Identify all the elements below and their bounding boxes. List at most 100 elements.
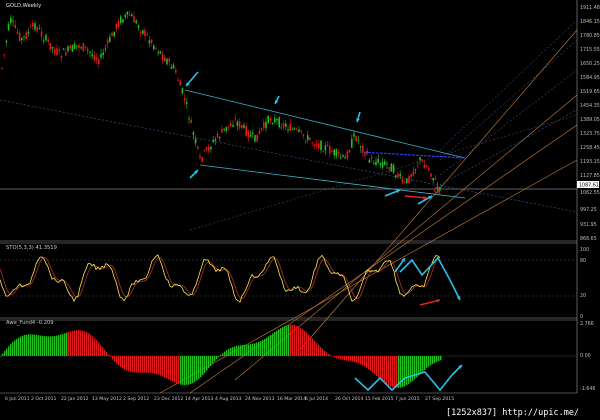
candle-body (236, 121, 239, 127)
ao-bar (148, 356, 150, 373)
ao-bar (104, 349, 106, 356)
ao-bar (350, 356, 352, 362)
ao-bar (236, 345, 238, 356)
ao-bar (146, 356, 148, 373)
ao-bar (302, 329, 304, 356)
ao-bar (4, 350, 6, 356)
candle-body (170, 66, 173, 69)
candle-body (157, 52, 159, 54)
ao-bar (342, 356, 344, 360)
time-tick: 2 Oct 2011 (31, 396, 57, 402)
ao-bar (142, 356, 144, 373)
trend-channel (184, 89, 466, 199)
price-tick: 997.25 (580, 207, 597, 213)
ao-bar (330, 355, 332, 356)
candle-body (430, 173, 432, 177)
candle-body (58, 49, 60, 51)
candle-body (377, 158, 379, 163)
candle-body (89, 51, 91, 53)
price-tick: 931.95 (580, 222, 597, 228)
candle-body (139, 32, 142, 34)
ao-bar (168, 356, 170, 380)
ao-bar (196, 356, 198, 381)
ao-bar (394, 356, 396, 388)
ao-bar (202, 356, 204, 375)
candle-body (153, 45, 155, 50)
candle-body (381, 162, 384, 168)
candle-body (18, 32, 21, 41)
candle-body (122, 19, 124, 23)
candle-body (95, 57, 98, 60)
chart-window[interactable]: GOLD,Weekly STO(5,3,3) 41.3519 Awe_Fund4… (0, 0, 600, 420)
time-tick: 4 Aug 2013 (215, 396, 242, 402)
candle-body (104, 48, 107, 50)
ao-bar (56, 335, 58, 356)
candle-body (159, 51, 162, 54)
ao-axis[interactable]: 2.766 0.00 -1.646 (580, 321, 595, 392)
ao-bar (46, 336, 48, 356)
ao-bar (122, 356, 124, 369)
price-tick: 866.65 (580, 236, 597, 242)
ao-bar (216, 356, 218, 360)
candle-body (434, 178, 437, 180)
candle-body (254, 135, 256, 142)
candle-body (432, 178, 434, 181)
ao-bar (252, 343, 254, 356)
ao-bar (156, 356, 158, 375)
chart-canvas[interactable]: GOLD,Weekly STO(5,3,3) 41.3519 Awe_Fund4… (0, 0, 600, 420)
ao-bar (362, 356, 364, 366)
ao-bar (138, 356, 140, 373)
ao-bar (198, 356, 200, 379)
ao-bar (294, 325, 296, 356)
candle-body (384, 161, 386, 165)
ao-bar (186, 356, 188, 385)
ao-bar (436, 356, 438, 362)
candle-body (287, 129, 289, 131)
time-tick: 24 Nov 2013 (245, 396, 274, 402)
candle-body (364, 153, 366, 156)
candle-body (318, 143, 320, 149)
candle-body (344, 157, 346, 159)
ao-bar (328, 353, 330, 356)
candle-body (225, 126, 228, 131)
candle-body (109, 36, 111, 42)
candle-body (98, 59, 100, 64)
ao-bar (352, 356, 354, 362)
candle-body (135, 20, 137, 24)
ao-bar (304, 330, 306, 356)
ao-bar (26, 334, 28, 356)
ao-bar (344, 356, 346, 361)
ao-bar (126, 356, 128, 371)
ao-bar (224, 351, 226, 356)
ao-bar (100, 344, 102, 356)
candle-body (368, 159, 371, 163)
ao-bar (208, 356, 210, 369)
time-axis[interactable]: 6 Jun 2011 2 Oct 2011 22 Jan 2012 13 May… (5, 396, 454, 402)
ao-bar (336, 356, 338, 359)
candle-body (188, 118, 190, 120)
ao-bar (144, 356, 146, 373)
candle-body (38, 28, 41, 30)
candle-body (408, 176, 410, 183)
candle-body (256, 134, 258, 142)
price-tick: 1846.15 (580, 19, 600, 25)
ao-bar (392, 356, 394, 388)
stoch-tick: 0 (580, 314, 583, 320)
ao-bar (214, 356, 216, 362)
ao-bar (272, 333, 274, 356)
stoch-axis[interactable]: 100 80 20 0 (580, 247, 589, 320)
price-axis[interactable]: 1911.48 1846.15 1780.85 1715.55 1650.25 … (577, 5, 600, 242)
ao-bar (120, 356, 122, 367)
candle-body (168, 58, 170, 62)
ao-bar (86, 332, 88, 356)
time-tick: 14 Apr 2013 (185, 396, 213, 402)
candle-body (67, 46, 69, 51)
ao-bar (266, 337, 268, 356)
candle-body (342, 154, 344, 157)
stoch-zigzag-arrow (399, 256, 451, 281)
candle-body (260, 127, 263, 131)
ao-bar (306, 332, 308, 356)
annotation-arrows (185, 71, 440, 205)
candle-body (54, 49, 56, 54)
ao-bar (90, 334, 92, 356)
